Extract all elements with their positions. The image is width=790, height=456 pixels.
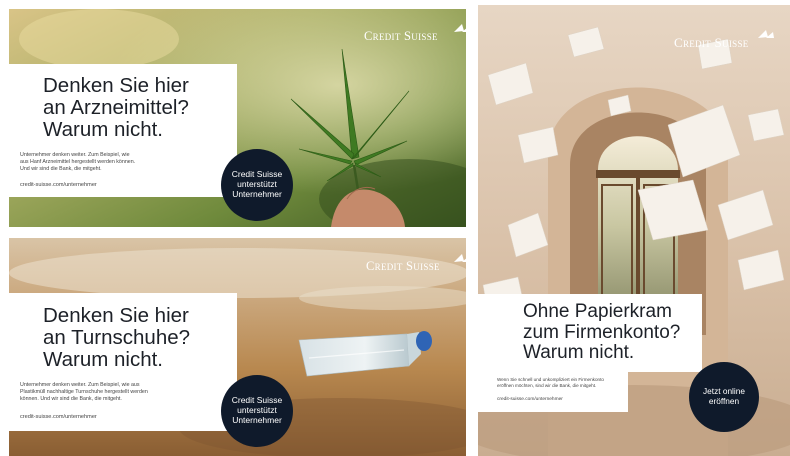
message-panel: Denken Sie hier an Turnschuhe? Warum nic… [9,293,237,431]
headline-line: Ohne Papierkram [523,301,672,322]
cta-badge[interactable]: Jetzt online eröffnen [689,362,759,432]
body-copy: Unternehmer denken weiter. Zum Beispiel,… [20,382,148,403]
body-line: können. Und wir sind die Bank, die mitge… [20,396,122,403]
credit-suisse-logo: Credit Suisse [364,24,466,44]
cta-badge[interactable]: Credit Suisse unterstützt Unternehmer [221,375,293,447]
body-line: Plastikmüll nachhaltige Turnschuhe herge… [20,389,148,396]
body-copy: Wenn Sie schnell und unkompliziert ein F… [497,377,604,389]
badge-line: Unternehmer [232,414,282,425]
url-link[interactable]: credit-suisse.com/unternehmer [497,397,563,402]
credit-suisse-logo: Credit Suisse [674,30,774,51]
body-line: Unternehmer denken weiter. Zum Beispiel,… [20,382,140,388]
sails-icon [454,254,466,262]
headline-line: Denken Sie hier [43,74,189,97]
headline-line: Warum nicht. [43,118,163,142]
headline-line: Warum nicht. [523,342,635,364]
sails-icon [454,24,466,32]
url-link[interactable]: credit-suisse.com/unternehmer [20,182,97,188]
logo-text: Credit Suisse [366,259,440,273]
headline: Ohne Papierkram zum Firmenkonto? Warum n… [523,301,681,364]
badge-line: Unternehmer [232,188,282,199]
cta-badge[interactable]: Credit Suisse unterstützt Unternehmer [221,149,293,221]
body-copy: Unternehmer denken weiter. Zum Beispiel,… [20,152,135,173]
ad-firmenkonto: Credit Suisse Ohne Papierkram zum Firmen… [478,5,790,456]
ad-arzneimittel: Credit Suisse Denken Sie hier an Arzneim… [9,9,466,227]
body-line: eröffnen möchten, sind wir die Bank, die… [497,383,597,389]
headline-line: Denken Sie hier [43,304,189,327]
body-line: Und wir sind die Bank, die mitgeht. [20,166,102,173]
headline: Denken Sie hier an Turnschuhe? Warum nic… [43,304,191,372]
body-line: aus Hanf Arzneimittel hergestellt werden… [20,159,136,166]
body-line: Unternehmer denken weiter. Zum Beispiel,… [20,152,130,158]
headline-line: Warum nicht. [43,348,163,372]
headline-line: an Turnschuhe? [43,326,191,350]
logo-text: Credit Suisse [674,35,749,50]
logo-text: Credit Suisse [364,29,438,43]
sails-icon [758,30,774,38]
badge-line: eröffnen [708,396,740,406]
message-panel: Denken Sie hier an Arzneimittel? Warum n… [9,64,237,197]
url-link[interactable]: credit-suisse.com/unternehmer [20,414,97,420]
credit-suisse-logo: Credit Suisse [366,254,466,274]
ad-turnschuhe: Credit Suisse Denken Sie hier an Turnsch… [9,238,466,456]
headline-line: an Arzneimittel? [43,96,189,120]
headline: Denken Sie hier an Arzneimittel? Warum n… [43,74,189,142]
headline-line: zum Firmenkonto? [523,321,681,343]
